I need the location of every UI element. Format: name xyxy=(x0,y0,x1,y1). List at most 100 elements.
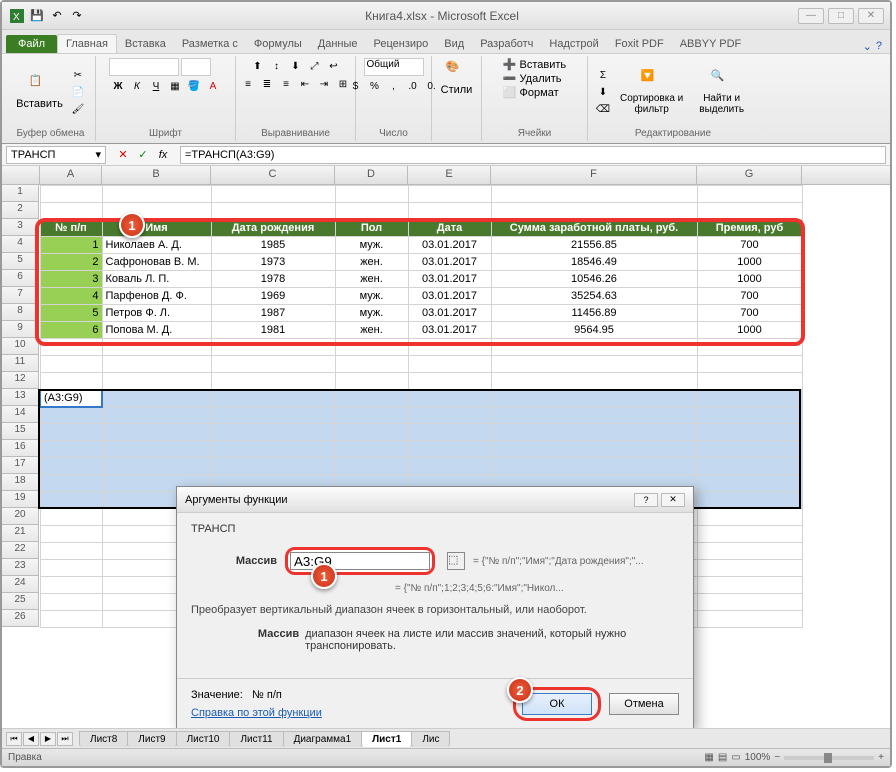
sheet-tab[interactable]: Лис xyxy=(411,731,450,747)
dec-inc-icon[interactable]: .0 xyxy=(404,78,422,94)
align-left-icon[interactable]: ≡ xyxy=(239,76,257,92)
fill-color-icon[interactable]: 🪣 xyxy=(185,78,203,94)
row-header[interactable]: 9 xyxy=(2,321,39,338)
zoom-in-icon[interactable]: + xyxy=(878,752,884,763)
indent-inc-icon[interactable]: ⇥ xyxy=(315,76,333,92)
row-header[interactable]: 18 xyxy=(2,474,39,491)
row-header[interactable]: 16 xyxy=(2,440,39,457)
bold-icon[interactable]: Ж xyxy=(109,78,127,94)
row-header[interactable]: 2 xyxy=(2,202,39,219)
row-header[interactable]: 10 xyxy=(2,338,39,355)
ok-button[interactable]: ОК xyxy=(522,693,592,715)
sort-filter-button[interactable]: 🔽 Сортировка и фильтр xyxy=(616,67,687,117)
sheet-nav-next[interactable]: ▶ xyxy=(40,732,56,746)
dialog-help-icon[interactable]: ? xyxy=(634,493,658,507)
format-painter-icon[interactable]: 🖌 xyxy=(69,101,87,117)
format-cell-icon[interactable]: ⬜ xyxy=(503,86,517,99)
col-header[interactable]: A xyxy=(40,166,102,184)
sheet-tab[interactable]: Лист11 xyxy=(229,731,283,747)
row-header[interactable]: 19 xyxy=(2,491,39,508)
sum-icon[interactable]: Σ xyxy=(594,67,612,83)
tab-insert[interactable]: Вставка xyxy=(117,35,174,53)
row-header[interactable]: 14 xyxy=(2,406,39,423)
row-header[interactable]: 1 xyxy=(2,185,39,202)
fill-icon[interactable]: ⬇ xyxy=(594,84,612,100)
orientation-icon[interactable]: ⤢ xyxy=(306,58,324,74)
col-header[interactable]: G xyxy=(697,166,802,184)
tab-data[interactable]: Данные xyxy=(310,35,366,53)
align-top-icon[interactable]: ⬆ xyxy=(249,58,267,74)
row-header[interactable]: 15 xyxy=(2,423,39,440)
cut-icon[interactable]: ✂ xyxy=(69,67,87,83)
paste-button[interactable]: 📋 Вставить xyxy=(14,72,65,112)
row-header[interactable]: 23 xyxy=(2,559,39,576)
tab-developer[interactable]: Разработч xyxy=(472,35,541,53)
sheet-tab[interactable]: Лист10 xyxy=(176,731,231,747)
row-header[interactable]: 6 xyxy=(2,270,39,287)
fx-icon[interactable]: fx xyxy=(154,146,172,164)
view-normal-icon[interactable]: ▦ xyxy=(704,752,713,763)
tab-abbyy[interactable]: ABBYY PDF xyxy=(672,35,750,53)
sheet-tab[interactable]: Лист8 xyxy=(79,731,128,747)
font-size-select[interactable] xyxy=(181,58,211,76)
save-icon[interactable]: 💾 xyxy=(28,7,46,25)
zoom-slider[interactable] xyxy=(784,756,874,760)
tab-foxit[interactable]: Foxit PDF xyxy=(607,35,672,53)
sheet-nav-prev[interactable]: ◀ xyxy=(23,732,39,746)
view-layout-icon[interactable]: ▤ xyxy=(718,752,727,763)
minimize-button[interactable]: — xyxy=(798,8,824,24)
accept-formula-icon[interactable]: ✓ xyxy=(134,146,152,164)
italic-icon[interactable]: К xyxy=(128,78,146,94)
tab-formulas[interactable]: Формулы xyxy=(246,35,310,53)
row-header[interactable]: 17 xyxy=(2,457,39,474)
help-icon[interactable]: ? xyxy=(876,40,882,53)
row-header[interactable]: 7 xyxy=(2,287,39,304)
tab-home[interactable]: Главная xyxy=(57,34,117,53)
delete-cell-icon[interactable]: ➖ xyxy=(503,72,517,85)
row-header[interactable]: 22 xyxy=(2,542,39,559)
zoom-out-icon[interactable]: − xyxy=(774,752,780,763)
file-tab[interactable]: Файл xyxy=(6,35,57,53)
view-break-icon[interactable]: ▭ xyxy=(731,752,740,763)
percent-icon[interactable]: % xyxy=(366,78,384,94)
row-header[interactable]: 20 xyxy=(2,508,39,525)
row-header[interactable]: 4 xyxy=(2,236,39,253)
minimize-ribbon-icon[interactable]: ⌄ xyxy=(863,40,872,53)
sheet-nav-first[interactable]: ⏮ xyxy=(6,732,22,746)
row-header[interactable]: 11 xyxy=(2,355,39,372)
row-header[interactable]: 25 xyxy=(2,593,39,610)
wrap-text-icon[interactable]: ↩ xyxy=(325,58,343,74)
row-header[interactable]: 26 xyxy=(2,610,39,627)
col-header[interactable]: D xyxy=(335,166,408,184)
indent-dec-icon[interactable]: ⇤ xyxy=(296,76,314,92)
name-box[interactable]: ТРАНСП▾ xyxy=(6,146,106,164)
row-header[interactable]: 13 xyxy=(2,389,39,406)
row-header[interactable]: 21 xyxy=(2,525,39,542)
sheet-tab-active[interactable]: Лист1 xyxy=(361,731,412,747)
col-header[interactable]: E xyxy=(408,166,491,184)
underline-icon[interactable]: Ч xyxy=(147,78,165,94)
align-middle-icon[interactable]: ↕ xyxy=(268,58,286,74)
number-format-select[interactable]: Общий xyxy=(364,58,424,76)
currency-icon[interactable]: $ xyxy=(347,78,365,94)
tab-view[interactable]: Вид xyxy=(436,35,472,53)
row-header[interactable]: 24 xyxy=(2,576,39,593)
insert-cell-icon[interactable]: ➕ xyxy=(503,58,517,71)
text-color-icon[interactable]: A xyxy=(204,78,222,94)
align-center-icon[interactable]: ≣ xyxy=(258,76,276,92)
align-bottom-icon[interactable]: ⬇ xyxy=(287,58,305,74)
sheet-nav-last[interactable]: ⏭ xyxy=(57,732,73,746)
copy-icon[interactable]: 📄 xyxy=(69,84,87,100)
formula-input[interactable]: =ТРАНСП(A3:G9) xyxy=(180,146,886,164)
find-select-button[interactable]: 🔍 Найти и выделить xyxy=(691,67,752,117)
styles-button[interactable]: 🎨 Стили xyxy=(439,58,475,98)
sheet-tab[interactable]: Диаграмма1 xyxy=(283,731,363,747)
col-header[interactable]: C xyxy=(211,166,335,184)
zoom-level[interactable]: 100% xyxy=(745,752,771,763)
row-header[interactable]: 5 xyxy=(2,253,39,270)
chevron-down-icon[interactable]: ▾ xyxy=(95,148,101,161)
row-header[interactable]: 3 xyxy=(2,219,39,236)
dialog-titlebar[interactable]: Аргументы функции ? ✕ xyxy=(177,487,693,513)
col-header[interactable]: F xyxy=(491,166,697,184)
function-help-link[interactable]: Справка по этой функции xyxy=(191,707,322,719)
